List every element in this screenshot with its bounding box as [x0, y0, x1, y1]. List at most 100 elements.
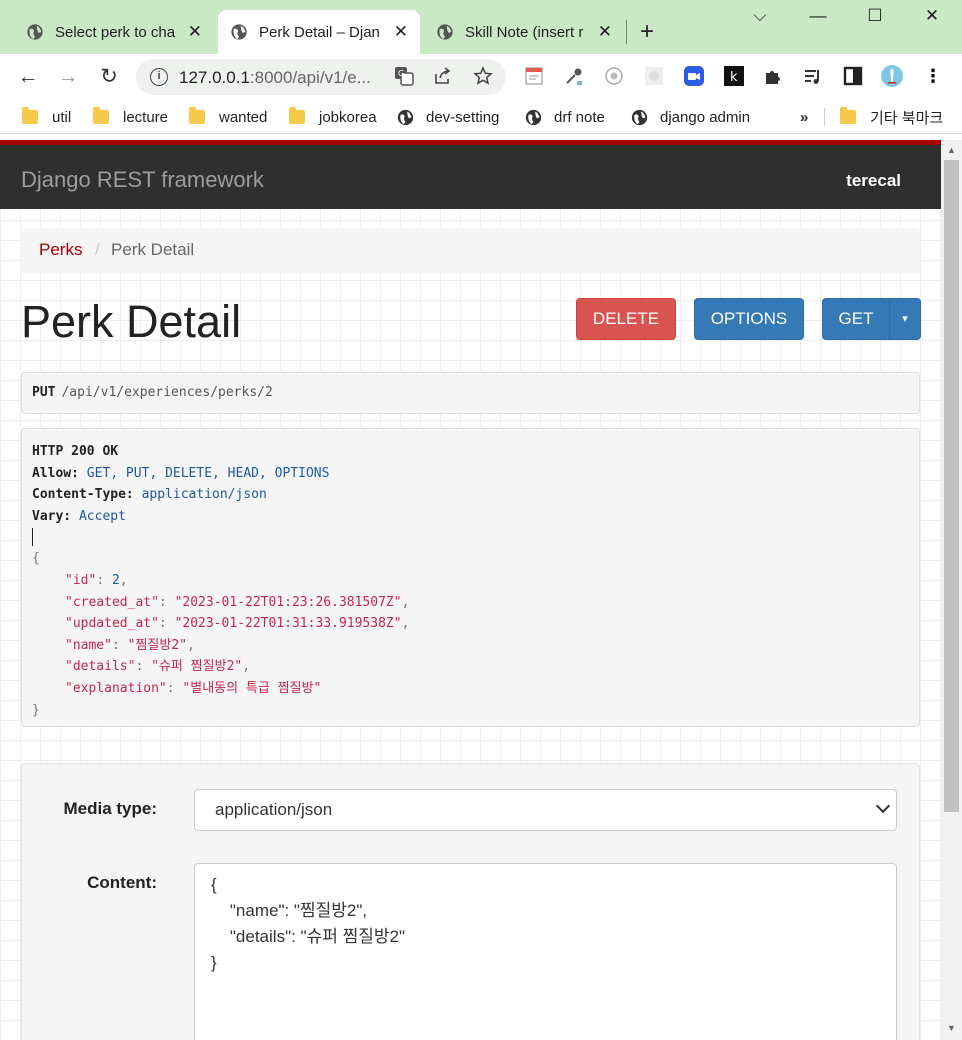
globe-icon [525, 109, 542, 125]
response-header: Allow: GET, PUT, DELETE, HEAD, OPTIONS [32, 463, 909, 485]
folder-icon [22, 107, 38, 124]
request-method: PUT [32, 385, 56, 400]
tab-close-icon[interactable]: ✕ [188, 22, 202, 42]
content-textarea[interactable]: { "name": "찜질방2", "details": "슈퍼 찜질방2" } [194, 863, 897, 1040]
content-label: Content: [87, 873, 157, 892]
bookmark-folder[interactable]: lecture [93, 106, 168, 128]
reload-icon[interactable]: ↻ [94, 62, 124, 92]
bookmark-label: lecture [123, 108, 169, 126]
scroll-down-icon[interactable]: ▼ [947, 1023, 956, 1033]
navbar-brand[interactable]: Django REST framework [21, 167, 264, 193]
breadcrumb-link-perks[interactable]: Perks [39, 240, 82, 260]
url-text: 127.0.0.1:8000/api/v1/e... [179, 68, 371, 88]
scrollbar-thumb[interactable] [944, 160, 959, 812]
bookmark-folder[interactable]: jobkorea [289, 106, 377, 128]
page-scrollbar[interactable]: ▲ ▼ [941, 140, 962, 1040]
zoom-icon[interactable] [683, 65, 705, 87]
get-format-dropdown[interactable]: ▾ [889, 298, 921, 340]
k-icon-letter: k [730, 70, 738, 85]
json-close-brace: } [32, 702, 40, 718]
eyedropper-icon[interactable] [563, 65, 585, 87]
json-key: "name" [65, 637, 112, 653]
bookmark-divider [824, 108, 825, 126]
globe-icon [437, 24, 453, 40]
response-info: HTTP 200 OK Allow: GET, PUT, DELETE, HEA… [21, 428, 920, 727]
request-path: /api/v1/experiences/perks/2 [61, 385, 273, 400]
svg-text:G: G [398, 69, 404, 78]
bookmark-site[interactable]: django admin [631, 106, 750, 128]
record-icon[interactable] [603, 65, 625, 87]
response-header: Vary: Accept [32, 506, 909, 528]
site-info-icon[interactable]: i [150, 68, 168, 86]
bookmark-folder[interactable]: util [22, 106, 71, 128]
json-value: 2 [111, 572, 120, 588]
puzzle-icon[interactable] [762, 65, 784, 87]
minimize-icon[interactable]: — [803, 6, 833, 26]
k-icon[interactable]: k [723, 65, 745, 87]
bookmark-label: jobkorea [319, 108, 377, 126]
json-field: "updated_at": "2023-01-22T01:31:33.91953… [65, 616, 410, 632]
browser-tab[interactable]: Select perk to cha ✕ [14, 10, 214, 54]
forward-arrow-icon[interactable]: → [53, 62, 83, 92]
breadcrumb: Perks / Perk Detail [21, 228, 920, 273]
browser-tab-strip: Select perk to cha ✕ Perk Detail – Djan … [0, 0, 962, 54]
media-type-label: Media type: [63, 799, 157, 818]
browser-tab-active[interactable]: Perk Detail – Djan ✕ [218, 10, 420, 54]
options-button[interactable]: OPTIONS [694, 298, 804, 340]
raw-data-form: Media type: application/json Content: { … [21, 763, 920, 1040]
json-value: "2023-01-22T01:23:26.381507Z" [174, 594, 402, 610]
tab-title: Perk Detail – Djan [259, 23, 380, 41]
caret-down-icon: ▾ [902, 313, 908, 325]
url-host: 127.0.0.1 [179, 68, 250, 87]
breadcrumb-separator: / [95, 240, 100, 259]
breadcrumb-current: Perk Detail [111, 240, 195, 259]
tab-close-icon[interactable]: ✕ [394, 22, 408, 42]
tab-title: Select perk to cha [55, 23, 176, 41]
json-key: "id" [65, 572, 97, 588]
bookmark-label: util [52, 108, 72, 126]
profile-icon[interactable] [881, 65, 903, 87]
json-key: "details" [65, 659, 136, 675]
google-translate-icon[interactable]: G [393, 65, 415, 87]
menu-icon[interactable]: ⋮ [922, 65, 944, 87]
folder-icon [840, 107, 856, 124]
share-icon[interactable] [432, 65, 454, 87]
folder-icon [93, 107, 109, 124]
tab-search-icon[interactable]: ⌵ [745, 6, 775, 26]
chevron-down-icon [875, 798, 891, 814]
json-open-brace: { [32, 551, 40, 567]
folder-icon [289, 107, 305, 124]
browser-tab[interactable]: Skill Note (insert r ✕ [424, 10, 624, 54]
globe-icon [231, 24, 247, 40]
back-arrow-icon[interactable]: ← [13, 62, 43, 92]
media-type-select[interactable]: application/json [194, 789, 897, 831]
new-tab-button[interactable]: + [640, 18, 654, 46]
close-window-icon[interactable]: ✕ [917, 6, 947, 26]
bookmarks-overflow-button[interactable]: » [800, 106, 808, 128]
grid-icon[interactable] [643, 65, 665, 87]
other-bookmarks-folder[interactable]: 기타 북마크 [840, 106, 943, 128]
scroll-up-icon[interactable]: ▲ [947, 145, 956, 155]
media-type-value: application/json [215, 800, 333, 819]
json-key: "explanation" [65, 680, 167, 696]
delete-button[interactable]: DELETE [576, 298, 676, 340]
maximize-icon[interactable]: ☐ [860, 6, 890, 26]
bookmark-label: django admin [660, 108, 751, 126]
json-value: "찜질방2" [127, 637, 187, 653]
get-button[interactable]: GET [822, 298, 890, 340]
bookmarks-bar: util lecture wanted jobkorea dev-setting… [0, 100, 962, 134]
bookmark-site[interactable]: dev-setting [397, 106, 499, 128]
tab-close-icon[interactable]: ✕ [598, 22, 612, 42]
star-icon[interactable] [472, 65, 494, 87]
bookmark-label: dev-setting [426, 108, 500, 126]
json-value: "별내동의 특급 찜질방" [182, 680, 322, 696]
memo-icon[interactable] [523, 65, 545, 87]
bookmark-site[interactable]: drf note [525, 106, 605, 128]
json-field: "explanation": "별내동의 특급 찜질방" [65, 680, 322, 696]
sidepanel-icon[interactable] [842, 65, 864, 87]
bookmark-label: wanted [219, 108, 268, 126]
media-icon[interactable] [802, 65, 824, 87]
bookmark-folder[interactable]: wanted [189, 106, 267, 128]
user-menu[interactable]: terecal [846, 171, 901, 191]
json-field: "created_at": "2023-01-22T01:23:26.38150… [65, 594, 410, 610]
